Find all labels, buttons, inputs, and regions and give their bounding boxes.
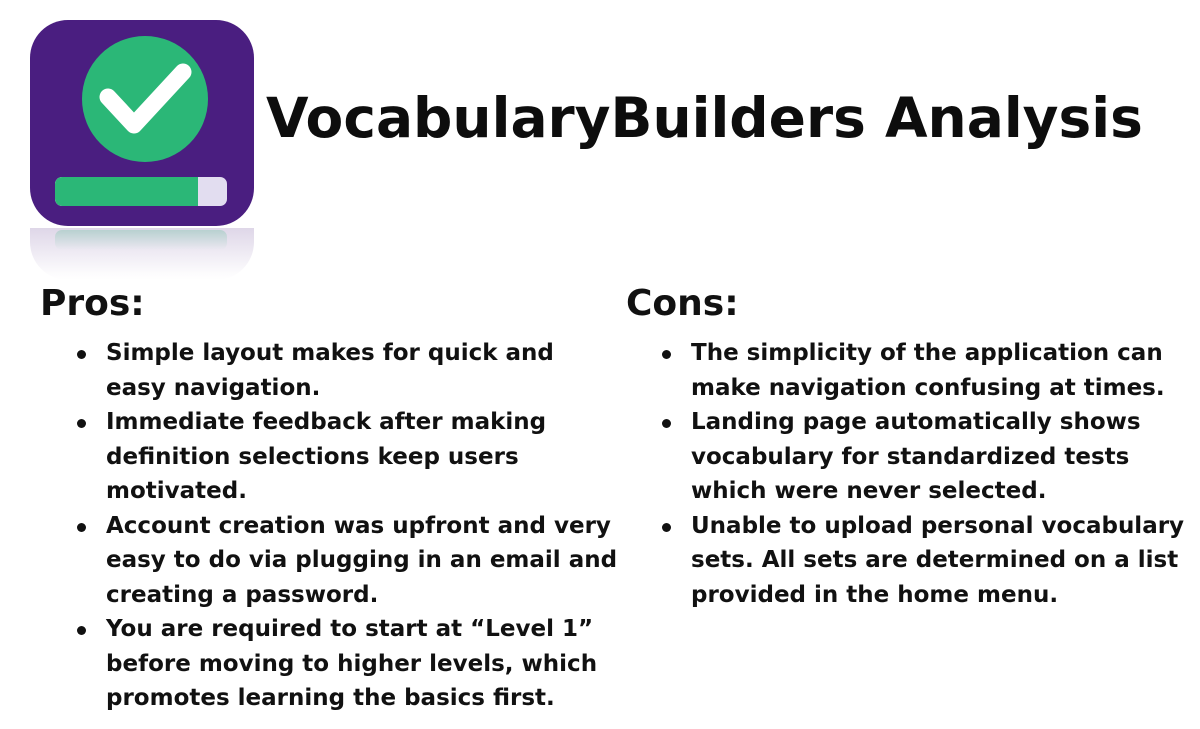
bullet-icon <box>662 350 671 359</box>
progress-bar <box>55 177 227 206</box>
bullet-icon <box>662 419 671 428</box>
cons-item-text: Unable to upload personal vocabulary set… <box>691 512 1185 608</box>
app-icon-reflection <box>30 228 254 280</box>
pros-list-item: Immediate feedback after making definiti… <box>40 405 620 509</box>
progress-bar-fill <box>55 177 198 206</box>
cons-list: The simplicity of the application can ma… <box>626 336 1196 612</box>
cons-item-text: Landing page automatically shows vocabul… <box>691 409 1141 504</box>
pros-item-text: Simple layout makes for quick and easy n… <box>106 340 554 401</box>
page-title: VocabularyBuilders Analysis <box>266 86 1143 150</box>
bullet-icon <box>662 522 671 532</box>
pros-list: Simple layout makes for quick and easy n… <box>40 336 620 716</box>
app-icon <box>30 20 254 226</box>
bullet-icon <box>77 522 86 532</box>
bullet-icon <box>77 350 86 359</box>
bullet-icon <box>77 419 86 428</box>
pros-list-item: Simple layout makes for quick and easy n… <box>40 336 620 405</box>
cons-heading: Cons: <box>626 283 739 324</box>
pros-item-text: Account creation was upfront and very ea… <box>106 512 618 608</box>
pros-section: Pros: Simple layout makes for quick and … <box>40 278 620 716</box>
pros-item-text: You are required to start at “Level 1” b… <box>106 616 598 711</box>
cons-list-item: The simplicity of the application can ma… <box>626 336 1196 405</box>
checkmark-icon <box>82 36 208 162</box>
cons-item-text: The simplicity of the application can ma… <box>691 340 1165 401</box>
cons-list-item: Unable to upload personal vocabulary set… <box>626 509 1196 613</box>
cons-section: Cons: The simplicity of the application … <box>626 278 1196 612</box>
cons-list-item: Landing page automatically shows vocabul… <box>626 405 1196 509</box>
pros-heading: Pros: <box>40 283 145 324</box>
pros-list-item: Account creation was upfront and very ea… <box>40 509 620 613</box>
pros-item-text: Immediate feedback after making definiti… <box>106 409 547 504</box>
pros-list-item: You are required to start at “Level 1” b… <box>40 612 620 716</box>
bullet-icon <box>77 626 86 635</box>
